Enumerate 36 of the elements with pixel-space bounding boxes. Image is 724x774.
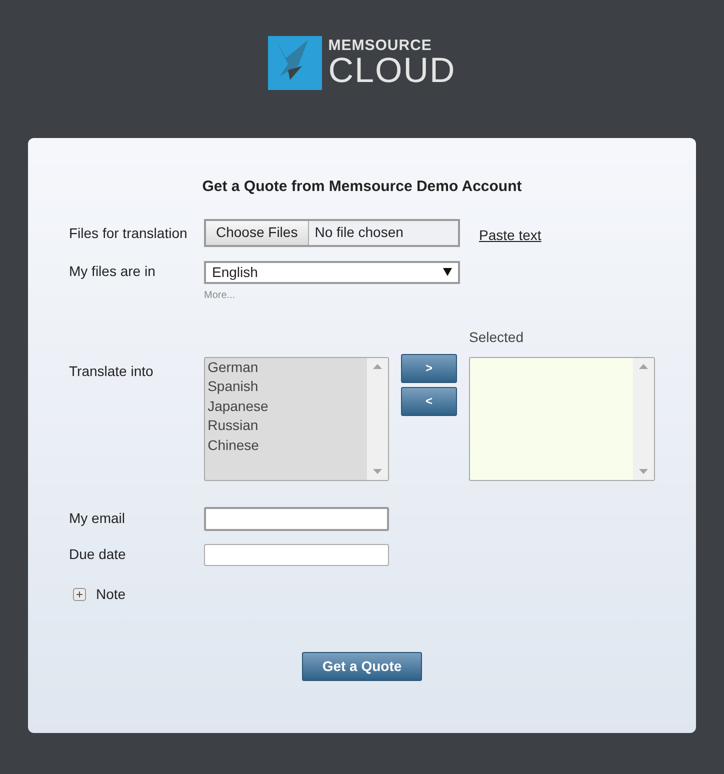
language-option[interactable]: Spanish (208, 377, 367, 396)
field-label: Translate into (69, 362, 154, 380)
file-status: No file chosen (314, 223, 404, 242)
language-dropdown[interactable]: English (204, 260, 460, 284)
down-arrow-icon (373, 468, 382, 474)
language-list[interactable]: German Spanish Japanese Russian Chinese (204, 356, 389, 480)
field-label: Files for translation (69, 224, 188, 242)
note-toggle[interactable]: Note (96, 584, 126, 604)
field-label: My files are in (69, 262, 156, 281)
logo-text: CLOUD (328, 53, 456, 88)
dropdown-arrow-icon (443, 268, 452, 276)
due-date-field[interactable] (204, 544, 389, 566)
scrollbar[interactable] (367, 358, 388, 480)
logo-icon (268, 36, 322, 90)
paste-text-link[interactable]: Paste text (479, 218, 542, 246)
get-quote-button[interactable]: Get a Quote (302, 652, 422, 680)
file-input[interactable]: Choose Files No file chosen (204, 218, 460, 246)
up-arrow-icon (373, 364, 382, 368)
selected-list[interactable] (469, 356, 655, 480)
form-title: Get a Quote from Memsource Demo Account (201, 177, 523, 197)
down-arrow-icon (639, 468, 648, 474)
email-field[interactable] (204, 506, 389, 530)
add-button[interactable]: > (401, 354, 457, 382)
language-option[interactable]: German (208, 358, 367, 377)
up-arrow-icon (639, 364, 648, 368)
expand-icon[interactable] (73, 588, 86, 600)
language-option[interactable]: Japanese (208, 396, 367, 416)
selected-label: Selected (469, 328, 524, 346)
field-label: Due date (69, 545, 127, 564)
logo-text: MEMSOURCE (328, 38, 433, 53)
language-option[interactable]: Chinese (208, 436, 367, 455)
field-label: My email (69, 509, 126, 528)
remove-button[interactable]: < (401, 386, 457, 416)
choose-files-button[interactable]: Choose Files (206, 220, 309, 244)
language-option[interactable]: Russian (208, 416, 367, 436)
scrollbar[interactable] (633, 358, 654, 480)
